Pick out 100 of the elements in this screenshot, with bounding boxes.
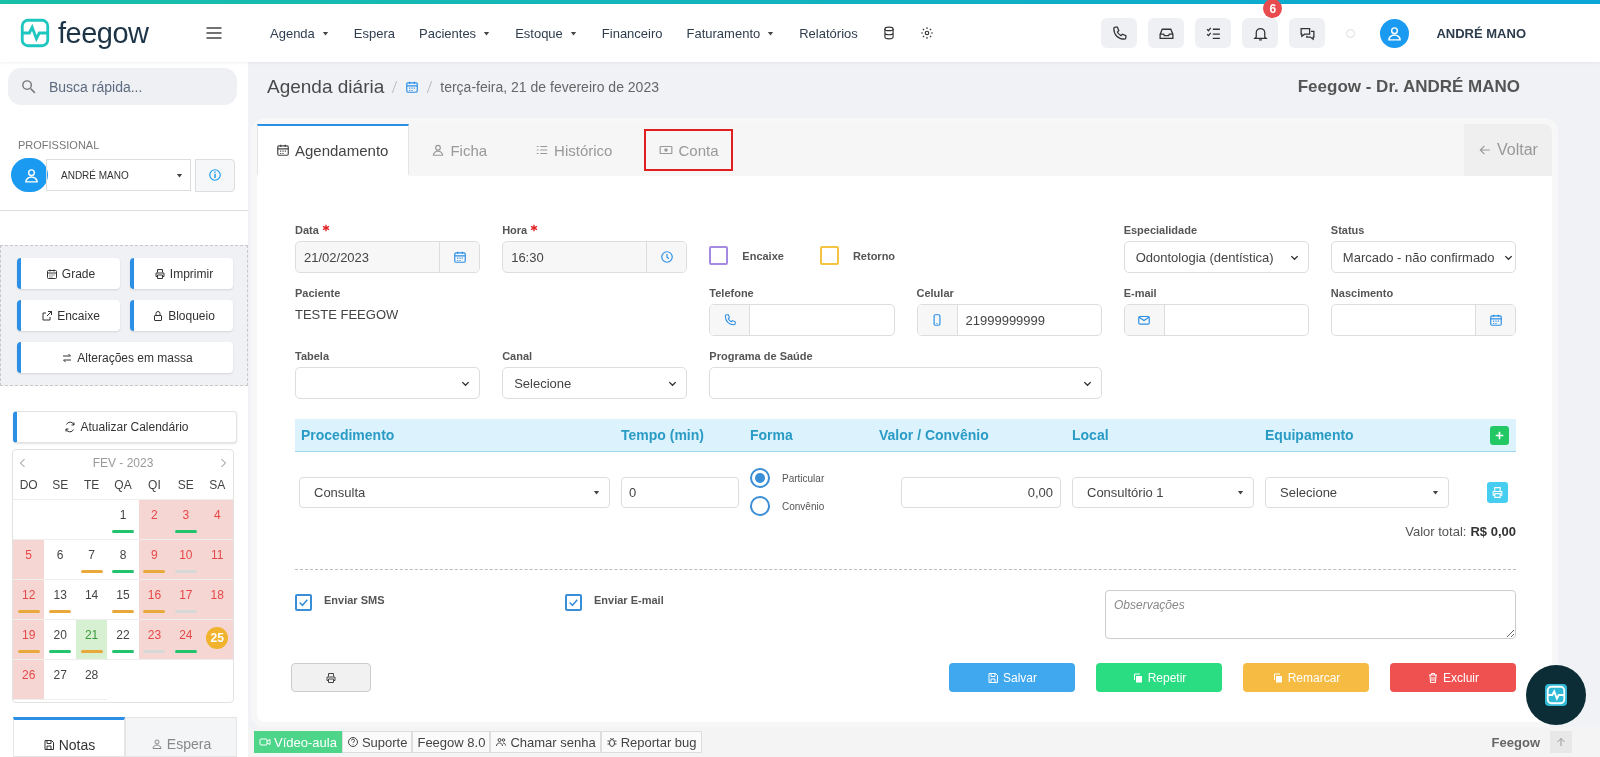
input-field[interactable] xyxy=(709,304,895,336)
nav-item[interactable]: Pacientes xyxy=(419,25,492,41)
calendar-icon xyxy=(1488,313,1503,327)
user-icon xyxy=(150,738,163,750)
input-field[interactable] xyxy=(1330,304,1516,336)
input-field[interactable] xyxy=(1123,304,1309,336)
sidebar-button[interactable]: Imprimir xyxy=(130,258,233,290)
calendar-day[interactable]: 1 xyxy=(107,500,139,540)
notes-field[interactable]: Observações xyxy=(1105,590,1516,639)
select-field[interactable]: Consulta xyxy=(299,476,610,508)
phone-icon xyxy=(1110,24,1128,42)
question-icon xyxy=(346,736,359,748)
column-header: Procedimento xyxy=(301,427,396,443)
printer-icon xyxy=(1491,485,1504,499)
sidebar-button[interactable]: Encaixe xyxy=(17,300,120,332)
refresh-calendar-button[interactable]: Atualizar Calendário xyxy=(13,411,237,443)
sidebar-button[interactable]: Grade xyxy=(17,258,120,290)
sidebar-button[interactable]: Alterações em massa xyxy=(17,342,233,374)
nav-item[interactable]: Espera xyxy=(353,25,396,41)
phone-icon xyxy=(722,313,737,327)
bell-button[interactable] xyxy=(1242,18,1279,48)
footer-link[interactable]: Feegow 8.0 xyxy=(412,731,491,753)
checkbox[interactable] xyxy=(709,246,729,265)
checkmark-icon xyxy=(297,596,310,609)
copy-icon xyxy=(1131,671,1144,684)
month-title: FEV - 2023 xyxy=(92,456,154,470)
radio-button[interactable] xyxy=(750,468,770,488)
settings-button[interactable] xyxy=(919,26,934,40)
list-icon xyxy=(535,143,550,157)
nav-item[interactable]: Agenda xyxy=(270,25,330,41)
inbox-button[interactable] xyxy=(1148,18,1185,48)
select-field[interactable] xyxy=(709,367,1102,399)
field-label: E-mail xyxy=(1123,287,1158,299)
add-button[interactable] xyxy=(1490,425,1509,445)
database-button[interactable] xyxy=(881,26,896,40)
checkbox[interactable] xyxy=(819,246,839,265)
swap-icon xyxy=(61,351,74,364)
info-icon xyxy=(208,168,222,183)
select-field[interactable]: Marcado - não confirmado xyxy=(1330,241,1516,273)
notification-badge: 6 xyxy=(1263,0,1283,18)
weekday-label: SE xyxy=(44,470,76,500)
radio-button[interactable] xyxy=(750,496,770,516)
trash-icon xyxy=(1427,671,1439,684)
chat-button[interactable] xyxy=(1289,18,1326,48)
select-field[interactable]: Odontologia (dentística) xyxy=(1123,241,1309,273)
tab[interactable]: Agendamento xyxy=(257,124,410,176)
select-field[interactable]: Selecione xyxy=(502,367,688,399)
print-button[interactable] xyxy=(291,663,371,692)
user-name[interactable]: ANDRÉ MANO xyxy=(1436,25,1526,41)
checkbox-label: Enviar E-mail xyxy=(594,594,664,606)
print-button[interactable] xyxy=(1487,481,1508,503)
column-header: Valor / Convênio xyxy=(879,427,990,443)
footer-link[interactable]: Chamar senha xyxy=(490,731,601,753)
page-title: Agenda diária xyxy=(267,76,385,98)
info-button[interactable] xyxy=(195,158,235,192)
checkbox[interactable] xyxy=(565,594,582,611)
search-input[interactable]: Busca rápida... xyxy=(47,68,225,106)
input-field[interactable]: 0,00 xyxy=(901,476,1061,508)
select-field[interactable]: Selecione xyxy=(1265,476,1449,508)
input-field[interactable]: 21/02/2023 xyxy=(295,241,481,273)
lock-icon xyxy=(152,309,165,322)
footer-brand: Feegow xyxy=(1491,734,1540,750)
input-field[interactable]: 0 xyxy=(621,476,739,508)
professional-select[interactable]: ANDRÉ MANO xyxy=(46,159,191,192)
calendar-day[interactable]: 22 xyxy=(107,620,139,660)
calendar-day[interactable]: 13 xyxy=(44,580,76,620)
checkbox-label: Encaixe xyxy=(742,249,784,262)
field-label: Especialidade xyxy=(1123,224,1199,236)
calendar-day[interactable]: 8 xyxy=(107,540,139,580)
field-label: Telefone xyxy=(709,287,755,299)
input-field[interactable]: 21999999999 xyxy=(916,304,1102,336)
select-field[interactable]: Consultório 1 xyxy=(1072,476,1254,508)
search-field[interactable]: Busca rápida... xyxy=(8,68,237,106)
calendar-day[interactable]: 27 xyxy=(44,660,76,700)
nav-item[interactable]: Relatórios xyxy=(799,25,858,41)
clock-icon xyxy=(659,250,674,264)
phone-button[interactable] xyxy=(1101,18,1138,48)
delete-button[interactable]: Excluir xyxy=(1390,663,1516,692)
select-field[interactable] xyxy=(295,367,481,399)
sidebar-button[interactable]: Bloqueio xyxy=(130,300,233,332)
doctor-title: Feegow - Dr. ANDRÉ MANO xyxy=(1297,77,1520,97)
nav-item[interactable]: Estoque xyxy=(515,25,578,41)
scroll-top-button[interactable] xyxy=(1550,731,1572,753)
checkbox[interactable] xyxy=(295,594,312,611)
footer-link[interactable]: Suporte xyxy=(341,731,413,753)
user-icon xyxy=(23,166,40,184)
footer-link[interactable]: Reportar bug xyxy=(600,731,702,753)
calendar-day[interactable]: 15 xyxy=(107,580,139,620)
checklist-button[interactable] xyxy=(1195,18,1232,48)
calendar-day[interactable]: 20 xyxy=(44,620,76,660)
nav-item[interactable]: Financeiro xyxy=(601,25,663,41)
calendar-day[interactable]: 28 xyxy=(75,660,108,700)
calendar-day[interactable]: 7 xyxy=(75,540,108,580)
field-label: Paciente xyxy=(295,287,342,299)
calendar-day[interactable]: 6 xyxy=(44,540,76,580)
calendar-icon xyxy=(405,80,420,94)
input-field[interactable]: 16:30 xyxy=(502,241,688,273)
sidebar-tab[interactable]: Notas xyxy=(13,717,125,757)
nav-item[interactable]: Faturamento xyxy=(686,25,776,41)
printer-icon xyxy=(325,671,337,684)
